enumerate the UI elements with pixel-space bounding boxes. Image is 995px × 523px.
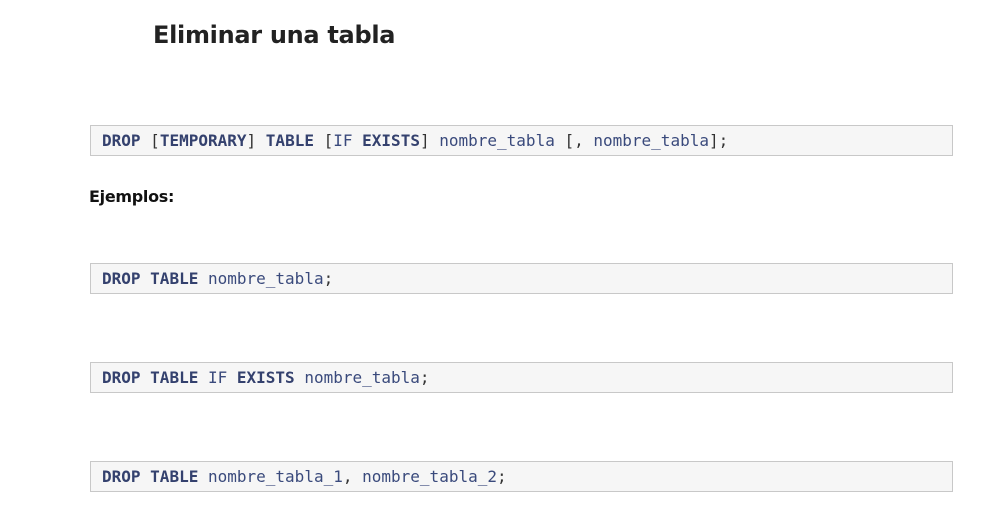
keyword-if: IF (207, 368, 228, 387)
open-bracket: [ (150, 131, 160, 150)
keyword-drop: DROP (102, 368, 141, 387)
optional-more: [, (564, 131, 584, 150)
table-name: nombre_tabla_1 (207, 467, 343, 486)
keyword-table: TABLE (150, 368, 199, 387)
table-name: nombre_tabla (207, 269, 324, 288)
statement-terminator: ]; (708, 131, 729, 150)
table-name: nombre_tabla (439, 131, 555, 150)
keyword-table: TABLE (150, 269, 199, 288)
syntax-code-block: DROP [TEMPORARY] TABLE [IF EXISTS] nombr… (90, 125, 953, 156)
example-code-block: DROP TABLE IF EXISTS nombre_tabla; (90, 362, 953, 393)
keyword-temporary: TEMPORARY (159, 131, 247, 150)
table-name: nombre_tabla_2 (362, 467, 497, 486)
keyword-table: TABLE (265, 131, 314, 150)
table-name: nombre_tabla (304, 368, 420, 387)
keyword-exists: EXISTS (362, 131, 420, 150)
example-code-block: DROP TABLE nombre_tabla_1, nombre_tabla_… (90, 461, 953, 492)
keyword-drop: DROP (102, 467, 141, 486)
keyword-drop: DROP (102, 269, 141, 288)
statement-terminator: ; (323, 269, 334, 288)
statement-terminator: ; (496, 467, 507, 486)
example-code-block: DROP TABLE nombre_tabla; (90, 263, 953, 294)
close-bracket: ] (246, 131, 257, 150)
keyword-exists: EXISTS (236, 368, 295, 387)
statement-terminator: ; (419, 368, 430, 387)
list-separator: , (342, 467, 353, 486)
keyword-table: TABLE (150, 467, 199, 486)
close-bracket: ] (419, 131, 430, 150)
page-title: Eliminar una tabla (153, 21, 396, 49)
open-bracket: [ (323, 131, 334, 150)
keyword-drop: DROP (102, 131, 141, 150)
table-name: nombre_tabla (593, 131, 709, 150)
examples-heading: Ejemplos: (89, 187, 175, 206)
keyword-if: IF (333, 131, 353, 150)
